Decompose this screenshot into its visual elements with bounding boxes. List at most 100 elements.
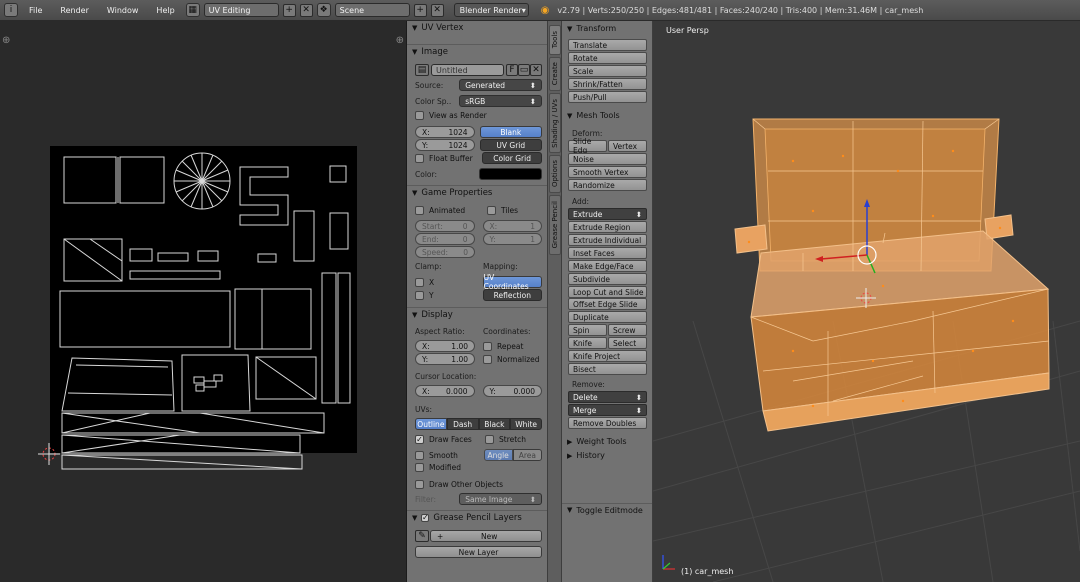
uv-island[interactable]	[157, 252, 189, 262]
cursor-x-field[interactable]: X: 0.000	[415, 385, 475, 397]
extrude-region-button[interactable]: Extrude Region	[568, 221, 647, 233]
tab-grease-pencil[interactable]: Grease Pencil	[549, 195, 561, 255]
scene-icon[interactable]: ❖	[316, 3, 331, 17]
uv-island[interactable]	[337, 272, 351, 404]
knife-button[interactable]: Knife	[568, 337, 607, 349]
stretch-angle[interactable]: Angle	[483, 449, 513, 461]
merge-dropdown[interactable]: Merge ⬍	[568, 404, 647, 416]
make-edge-face-button[interactable]: Make Edge/Face	[568, 260, 647, 272]
transform-panel-header[interactable]: ▼ Transform	[562, 22, 652, 35]
filter-dropdown[interactable]: Same Image ⬍	[459, 493, 542, 505]
aspect-x-field[interactable]: X: 1.00	[415, 340, 475, 352]
generated-type-uv-grid[interactable]: UV Grid	[479, 139, 542, 151]
menu-help[interactable]: Help	[149, 6, 181, 15]
tab-options[interactable]: Options	[549, 155, 561, 193]
uv-island[interactable]	[119, 156, 165, 204]
size-y-field[interactable]: Y: 1024	[415, 139, 475, 151]
tab-tools[interactable]: Tools	[549, 25, 561, 55]
2d-cursor-icon[interactable]	[38, 443, 60, 465]
knife-project-button[interactable]: Knife Project	[568, 350, 647, 362]
slide-edge-button[interactable]: Slide Edg	[568, 137, 607, 155]
randomize-button[interactable]: Randomize	[568, 179, 647, 191]
uv-island[interactable]	[59, 290, 231, 348]
history-panel-header[interactable]: ▶ History	[562, 449, 652, 462]
weight-tools-panel-header[interactable]: ▶ Weight Tools	[562, 435, 652, 448]
grease-pencil-panel-header[interactable]: ▼ ✓ Grease Pencil Layers	[407, 510, 547, 524]
uv-island-bottom[interactable]	[61, 412, 325, 434]
translate-button[interactable]: Translate	[568, 39, 647, 51]
unlink-image-icon[interactable]: ✕	[530, 64, 542, 76]
stretch-area[interactable]: Area	[512, 449, 542, 461]
draw-faces-checkbox[interactable]: ✓	[415, 435, 424, 444]
uv-draw-outline[interactable]: Outline	[415, 418, 447, 430]
open-image-icon[interactable]: ▭	[518, 64, 530, 76]
pencil-icon[interactable]: ✎	[415, 530, 429, 542]
start-field[interactable]: Start: 0	[415, 220, 475, 232]
cursor-y-field[interactable]: Y: 0.000	[482, 385, 542, 397]
uv-island[interactable]	[63, 156, 117, 204]
new-grease-pencil-button[interactable]: + New	[430, 530, 542, 542]
menu-render[interactable]: Render	[53, 6, 95, 15]
offset-edge-slide-button[interactable]: Offset Edge Slide	[568, 298, 647, 310]
uv-island[interactable]	[293, 210, 315, 262]
render-engine-dropdown[interactable]: Blender Render ▾	[453, 3, 529, 17]
spin-button[interactable]: Spin	[568, 324, 607, 336]
remove-doubles-button[interactable]: Remove Doubles	[568, 417, 647, 429]
tiles-checkbox[interactable]	[487, 206, 496, 215]
clamp-y-checkbox[interactable]	[415, 290, 424, 300]
end-field[interactable]: End: 0	[415, 233, 475, 245]
uv-vertex-panel-header[interactable]: ▼ UV Vertex	[407, 21, 547, 35]
noise-button[interactable]: Noise	[568, 153, 647, 165]
fake-user-button[interactable]: F	[506, 64, 518, 76]
remove-screen-icon[interactable]: ✕	[299, 3, 313, 17]
generated-type-blank[interactable]: Blank	[479, 126, 542, 138]
extrude-individual-button[interactable]: Extrude Individual	[568, 234, 647, 246]
display-panel-header[interactable]: ▼ Display	[407, 307, 547, 321]
uv-island[interactable]	[329, 212, 349, 250]
float-buffer-checkbox[interactable]	[415, 153, 424, 163]
add-scene-icon[interactable]: +	[413, 3, 427, 17]
menu-window[interactable]: Window	[100, 6, 146, 15]
uv-island[interactable]	[234, 288, 312, 350]
uv-draw-dash[interactable]: Dash	[446, 418, 479, 430]
mapping-reflection[interactable]: Reflection	[482, 289, 542, 301]
car-mesh[interactable]	[734, 118, 1050, 432]
uv-island[interactable]	[239, 166, 289, 226]
uv-island[interactable]	[329, 165, 347, 183]
tab-create[interactable]: Create	[549, 57, 561, 91]
duplicate-button[interactable]: Duplicate	[568, 311, 647, 323]
screen-layout-icon[interactable]: ▦	[185, 3, 200, 17]
aspect-y-field[interactable]: Y: 1.00	[415, 353, 475, 365]
speed-field[interactable]: Speed: 0	[415, 246, 475, 258]
color-space-dropdown[interactable]: sRGB ⬍	[459, 95, 542, 107]
draw-other-objects-checkbox[interactable]	[415, 480, 424, 489]
info-icon[interactable]: i	[4, 3, 18, 17]
new-layer-button[interactable]: New Layer	[415, 546, 542, 558]
normalized-checkbox[interactable]	[483, 354, 492, 364]
extrude-dropdown[interactable]: Extrude ⬍	[568, 208, 647, 220]
tiles-y-field[interactable]: Y: 1	[482, 233, 542, 245]
uv-draw-white[interactable]: White	[510, 418, 542, 430]
grease-pencil-checkbox[interactable]: ✓	[421, 513, 430, 522]
uv-island[interactable]	[321, 272, 337, 404]
source-dropdown[interactable]: Generated ⬍	[459, 79, 542, 91]
clamp-x-checkbox[interactable]	[415, 277, 424, 287]
shrink-fatten-button[interactable]: Shrink/Fatten	[568, 78, 647, 90]
uv-island[interactable]	[129, 248, 153, 262]
repeat-checkbox[interactable]	[483, 341, 492, 351]
toggle-editmode-panel-header[interactable]: ▼ Toggle Editmode	[562, 503, 652, 516]
tab-shading-uvs[interactable]: Shading / UVs	[549, 93, 561, 153]
game-properties-panel-header[interactable]: ▼ Game Properties	[407, 185, 547, 199]
image-name-field[interactable]: Untitled	[431, 64, 504, 76]
scale-button[interactable]: Scale	[568, 65, 647, 77]
slide-vertex-button[interactable]: Vertex	[608, 140, 647, 152]
image-panel-header[interactable]: ▼ Image	[407, 44, 547, 58]
smooth-checkbox[interactable]	[415, 450, 424, 460]
uv-island-strip[interactable]	[129, 270, 221, 280]
inset-faces-button[interactable]: Inset Faces	[568, 247, 647, 259]
uv-image-editor[interactable]: ⊕ ⊕	[0, 21, 407, 582]
bisect-button[interactable]: Bisect	[568, 363, 647, 375]
mapping-uv-coordinates[interactable]: UV Coordinates	[482, 273, 542, 291]
add-screen-icon[interactable]: +	[282, 3, 296, 17]
remove-scene-icon[interactable]: ✕	[430, 3, 444, 17]
